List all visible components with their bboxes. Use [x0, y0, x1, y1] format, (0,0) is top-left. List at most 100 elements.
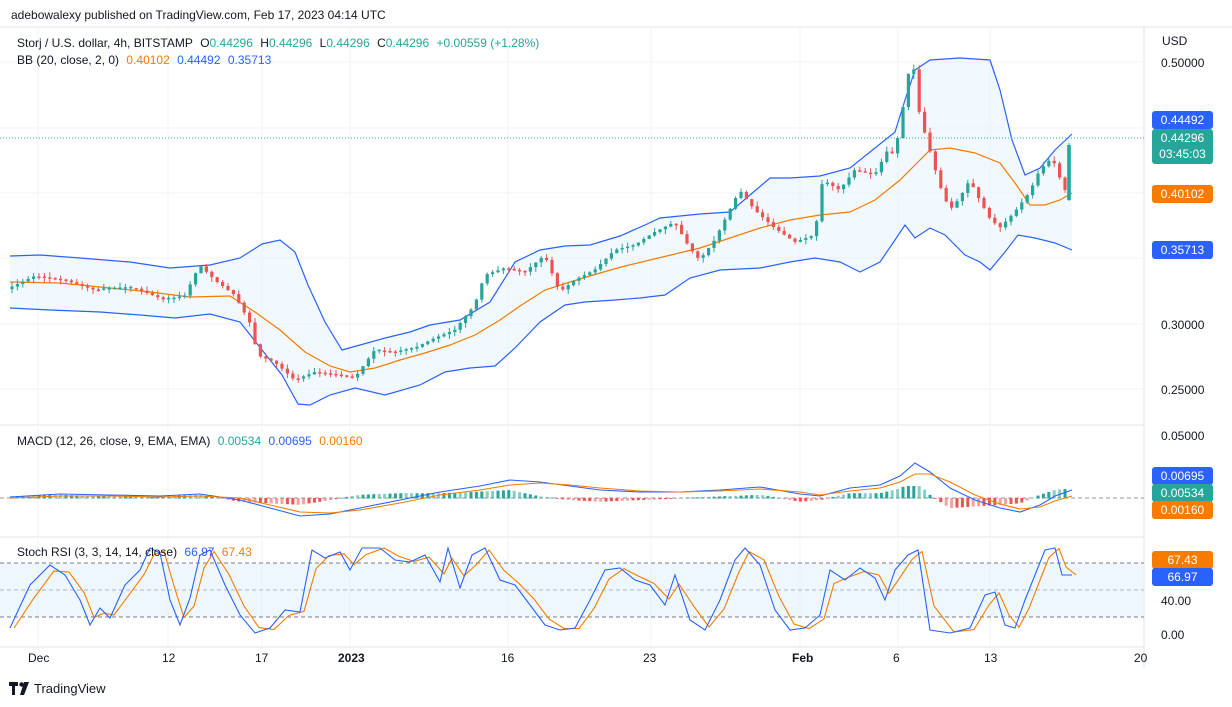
macd-histogram-bar — [858, 493, 862, 499]
macd-histogram-bar — [458, 492, 462, 499]
candle-body — [933, 151, 937, 171]
macd-histogram-bar — [534, 495, 538, 499]
candle-body — [701, 255, 705, 258]
candle-body — [329, 373, 333, 375]
candle-body — [923, 111, 927, 133]
stoch-k-tag: 66.97 — [1152, 568, 1213, 586]
tradingview-footer[interactable]: TradingView — [9, 681, 106, 696]
macd-histogram-bar — [831, 496, 835, 499]
bb-lower-value: 0.35713 — [227, 53, 272, 67]
price-axis-currency[interactable]: USD — [1162, 34, 1187, 48]
macd-histogram-bar — [879, 492, 883, 499]
candle-body — [906, 74, 910, 107]
time-tick-3: 2023 — [338, 651, 365, 665]
macd-histogram-bar — [1004, 498, 1008, 505]
candle-body — [361, 366, 365, 374]
macd-histogram-bar — [782, 498, 786, 500]
candle-body — [140, 288, 144, 291]
macd-histogram-bar — [723, 496, 727, 499]
macd-histogram-bar — [366, 494, 370, 499]
macd-hist-value: 0.00534 — [217, 434, 262, 448]
last-price-value: 0.44296 — [1160, 131, 1205, 145]
symbol-legend[interactable]: Storj / U.S. dollar, 4h, BITSTAMP O0.442… — [17, 36, 543, 50]
candle-body — [863, 171, 867, 173]
macd-histogram-bar — [852, 493, 856, 499]
time-tick-8: 13 — [984, 651, 998, 665]
candle-body — [204, 266, 208, 272]
candle-body — [242, 302, 246, 313]
candle-body — [674, 223, 678, 226]
candle-body — [393, 351, 397, 354]
candle-body — [987, 207, 991, 218]
bb-legend[interactable]: BB (20, close, 2, 0) 0.40102 0.44492 0.3… — [17, 53, 275, 67]
macd-histogram-bar — [59, 494, 63, 499]
candle-body — [102, 288, 106, 290]
macd-histogram-bar — [350, 496, 354, 499]
candle-body — [399, 350, 403, 352]
candle-body — [869, 172, 873, 175]
macd-histogram-bar — [744, 495, 748, 499]
macd-histogram-bar — [707, 496, 711, 499]
macd-histogram-bar — [604, 498, 608, 502]
macd-histogram-bar — [960, 498, 964, 508]
candle-body — [177, 296, 181, 299]
candle-body — [582, 275, 586, 278]
macd-histogram-bar — [906, 486, 910, 499]
macd-histogram-bar — [1014, 498, 1018, 504]
macd-histogram-bar — [836, 495, 840, 499]
candle-body — [1031, 185, 1035, 196]
chart-canvas[interactable] — [0, 0, 1232, 707]
macd-histogram-bar — [523, 493, 527, 499]
candle-body — [69, 280, 73, 283]
macd-histogram-bar — [750, 495, 754, 499]
candle-body — [653, 232, 657, 236]
candle-body — [415, 346, 419, 349]
macd-line-value: 0.00695 — [268, 434, 312, 448]
macd-histogram-bar — [269, 498, 273, 504]
candle-body — [1004, 221, 1008, 228]
macd-histogram-bar — [642, 498, 646, 500]
macd-histogram-bar — [663, 498, 667, 500]
macd-histogram-bar — [788, 498, 792, 501]
candle-body — [172, 297, 176, 300]
macd-histogram-bar — [815, 498, 819, 501]
candle-body — [194, 273, 198, 285]
symbol-title: Storj / U.S. dollar, 4h, BITSTAMP — [17, 36, 193, 50]
candle-body — [91, 287, 95, 290]
candle-body — [464, 316, 468, 323]
macd-histogram-bar — [302, 498, 306, 505]
macd-legend[interactable]: MACD (12, 26, close, 9, EMA, EMA) 0.0053… — [17, 434, 367, 448]
candle-body — [485, 274, 489, 284]
macd-histogram-bar — [950, 498, 954, 508]
macd-histogram-bar — [809, 498, 813, 501]
candle-body — [134, 288, 138, 290]
candle-body — [372, 351, 376, 359]
macd-histogram-bar — [388, 493, 392, 499]
candle-body — [977, 187, 981, 198]
candle-body — [658, 229, 662, 232]
candle-body — [145, 290, 149, 293]
candle-body — [269, 358, 273, 361]
candle-body — [167, 297, 171, 300]
macd-histogram-bar — [566, 498, 570, 500]
candle-body — [793, 238, 797, 242]
candle-body — [669, 223, 673, 227]
candle-body — [350, 376, 354, 378]
candle-body — [248, 312, 252, 323]
candle-body — [593, 269, 597, 273]
stoch-legend[interactable]: Stoch RSI (3, 3, 14, 14, close) 66.97 67… — [17, 545, 256, 559]
macd-histogram-bar — [712, 496, 716, 499]
candle-body — [442, 334, 446, 337]
macd-histogram-bar — [631, 498, 635, 501]
candle-body — [64, 279, 68, 281]
bb-upper-value: 0.44492 — [177, 53, 221, 67]
macd-tick-0: 0.05000 — [1161, 429, 1205, 443]
macd-histogram-bar — [215, 497, 219, 499]
macd-histogram-bar — [404, 493, 408, 499]
candle-body — [150, 292, 154, 296]
macd-histogram-bar — [361, 494, 365, 499]
price-change: +0.00559 (+1.28%) — [436, 36, 540, 50]
candle-body — [285, 368, 289, 374]
macd-histogram-bar — [690, 497, 694, 499]
macd-histogram-bar — [771, 496, 775, 499]
